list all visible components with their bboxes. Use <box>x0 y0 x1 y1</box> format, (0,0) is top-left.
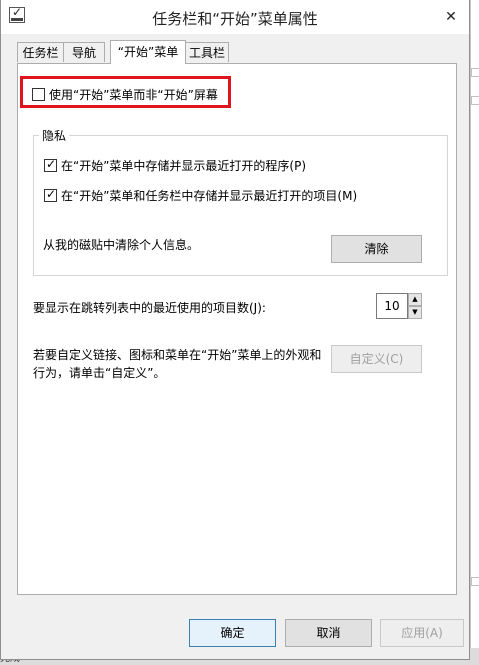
clear-tiles-label: 从我的磁贴中清除个人信息。 <box>43 238 200 252</box>
store-programs-label: 在“开始”菜单中存储并显示最近打开的程序(P) <box>61 159 307 173</box>
store-programs-checkbox[interactable] <box>44 157 57 172</box>
close-button[interactable]: ✕ <box>436 6 466 28</box>
background-scroll-mark <box>471 96 479 105</box>
jump-list-label: 要显示在跳转列表中的最近使用的项目数(J): <box>33 301 266 315</box>
title-bar[interactable]: 任务栏和“开始”菜单属性 ✕ <box>1 0 469 34</box>
ok-button[interactable]: 确定 <box>189 619 276 647</box>
jump-list-count-stepper[interactable]: 10 ▲ ▼ <box>376 293 422 319</box>
spin-down-icon[interactable]: ▼ <box>408 306 422 319</box>
start-screen-option[interactable]: 使用“开始”菜单而非“开始”屏幕 <box>32 86 218 103</box>
background-scroll-mark <box>471 68 479 77</box>
apply-button[interactable]: 应用(A) <box>380 619 464 647</box>
store-items-label: 在“开始”菜单和任务栏中存储并显示最近打开的项目(M) <box>61 189 358 203</box>
store-items-option[interactable]: 在“开始”菜单和任务栏中存储并显示最近打开的项目(M) <box>44 187 357 204</box>
start-screen-label: 使用“开始”菜单而非“开始”屏幕 <box>49 88 218 102</box>
privacy-group-title: 隐私 <box>39 127 70 144</box>
background-window-edge <box>470 0 479 665</box>
start-screen-checkbox[interactable] <box>32 88 45 101</box>
customize-button[interactable]: 自定义(C) <box>331 345 422 373</box>
jump-list-count-value[interactable]: 10 <box>376 293 408 319</box>
customize-text-line2: 行为，请单击“自定义”。 <box>33 366 166 380</box>
background-scroll-mark <box>471 577 479 586</box>
clear-button[interactable]: 清除 <box>331 235 422 263</box>
customize-text-line1: 若要自定义链接、图标和菜单在“开始”菜单上的外观和 <box>33 348 322 362</box>
tab-toolbars[interactable]: 工具栏 <box>185 42 229 62</box>
properties-dialog: 任务栏和“开始”菜单属性 ✕ 任务栏 导航 “开始”菜单 工具栏 使用“开始”菜… <box>0 0 470 660</box>
cancel-button[interactable]: 取消 <box>285 619 372 647</box>
window-title: 任务栏和“开始”菜单属性 <box>152 10 318 28</box>
tab-start-menu[interactable]: “开始”菜单 <box>110 40 186 64</box>
spin-up-icon[interactable]: ▲ <box>408 293 422 306</box>
tab-taskbar[interactable]: 任务栏 <box>17 42 64 62</box>
tab-navigation[interactable]: 导航 <box>63 42 105 62</box>
store-programs-option[interactable]: 在“开始”菜单中存储并显示最近打开的程序(P) <box>44 157 306 174</box>
store-items-checkbox[interactable] <box>44 187 57 202</box>
